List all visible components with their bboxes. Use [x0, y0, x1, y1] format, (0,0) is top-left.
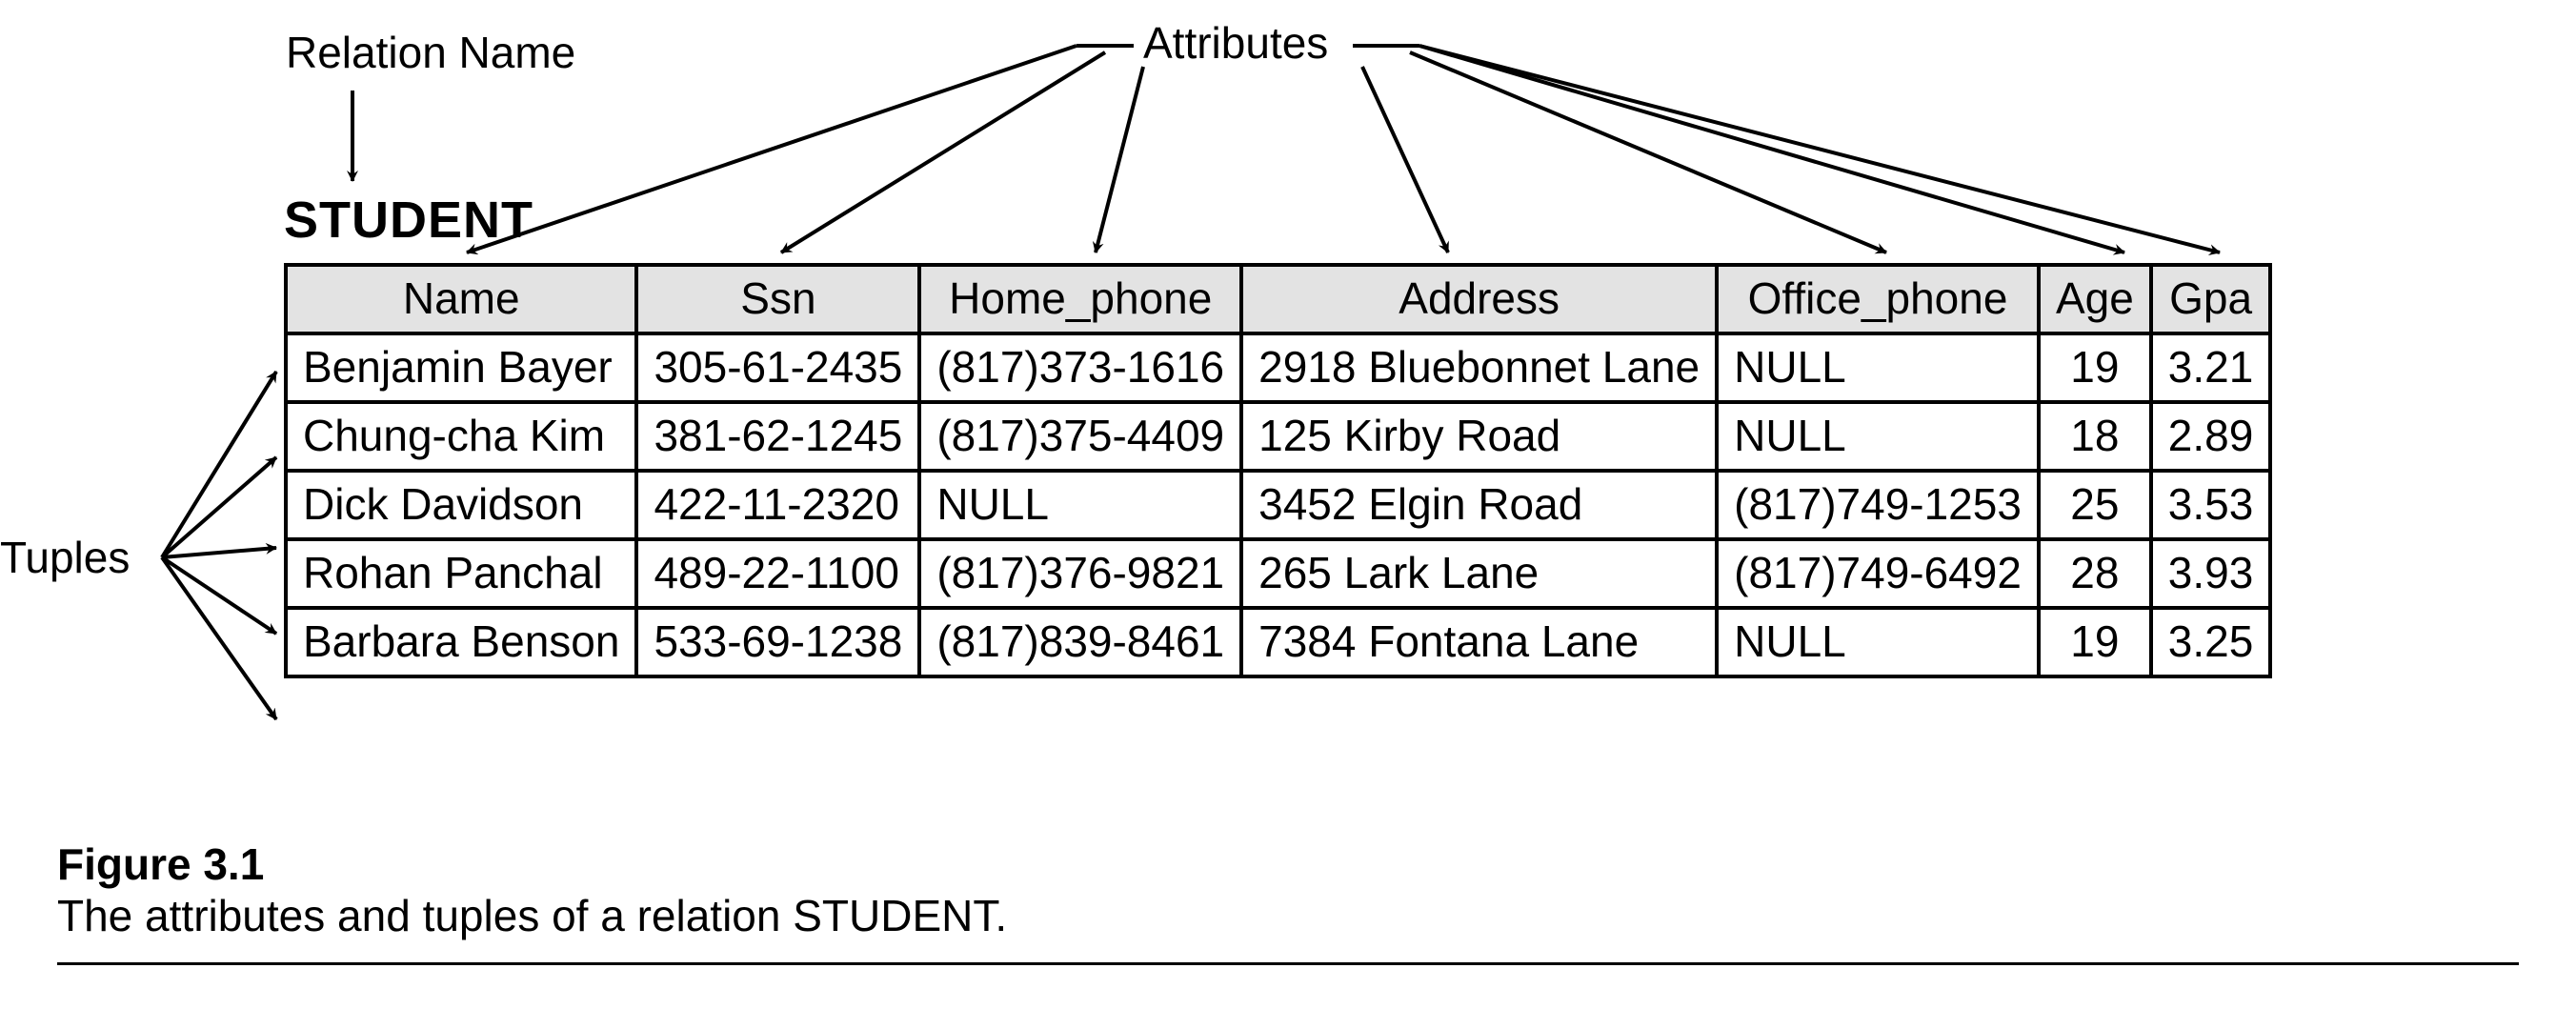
col-ssn: Ssn: [636, 265, 919, 333]
cell-home-phone: (817)375-4409: [919, 402, 1241, 471]
cell-gpa: 3.53: [2151, 471, 2271, 539]
cell-age: 28: [2039, 539, 2151, 608]
cell-age: 19: [2039, 608, 2151, 676]
cell-address: 125 Kirby Road: [1241, 402, 1717, 471]
cell-ssn: 533-69-1238: [636, 608, 919, 676]
arrow-attr-office-phone: [1410, 52, 1886, 252]
table-row: Chung-cha Kim 381-62-1245 (817)375-4409 …: [286, 402, 2270, 471]
arrow-attr-gpa: [1419, 46, 2220, 252]
arrow-attr-address: [1362, 67, 1448, 252]
arrow-attr-age: [1419, 46, 2124, 252]
cell-office-phone: NULL: [1717, 333, 2039, 402]
cell-gpa: 2.89: [2151, 402, 2271, 471]
attributes-label: Attributes: [1143, 19, 1328, 68]
arrow-tuple-4: [162, 557, 276, 634]
cell-office-phone: NULL: [1717, 608, 2039, 676]
cell-office-phone: (817)749-1253: [1717, 471, 2039, 539]
cell-address: 3452 Elgin Road: [1241, 471, 1717, 539]
tuples-label: Tuples: [0, 534, 130, 582]
cell-home-phone: (817)373-1616: [919, 333, 1241, 402]
figure-caption: Figure 3.1 The attributes and tuples of …: [57, 838, 1007, 941]
col-home-phone: Home_phone: [919, 265, 1241, 333]
table-row: Rohan Panchal 489-22-1100 (817)376-9821 …: [286, 539, 2270, 608]
cell-home-phone: NULL: [919, 471, 1241, 539]
cell-gpa: 3.25: [2151, 608, 2271, 676]
relation-name-label: Relation Name: [286, 29, 575, 77]
arrow-tuple-5: [162, 557, 276, 719]
cell-address: 2918 Bluebonnet Lane: [1241, 333, 1717, 402]
table-row: Barbara Benson 533-69-1238 (817)839-8461…: [286, 608, 2270, 676]
cell-home-phone: (817)376-9821: [919, 539, 1241, 608]
header-row: Name Ssn Home_phone Address Office_phone…: [286, 265, 2270, 333]
cell-ssn: 381-62-1245: [636, 402, 919, 471]
table-row: Dick Davidson 422-11-2320 NULL 3452 Elgi…: [286, 471, 2270, 539]
arrow-tuple-1: [162, 372, 276, 557]
cell-age: 19: [2039, 333, 2151, 402]
cell-name: Barbara Benson: [286, 608, 636, 676]
cell-office-phone: (817)749-6492: [1717, 539, 2039, 608]
cell-address: 7384 Fontana Lane: [1241, 608, 1717, 676]
col-age: Age: [2039, 265, 2151, 333]
table-row: Benjamin Bayer 305-61-2435 (817)373-1616…: [286, 333, 2270, 402]
cell-gpa: 3.21: [2151, 333, 2271, 402]
col-address: Address: [1241, 265, 1717, 333]
cell-office-phone: NULL: [1717, 402, 2039, 471]
figure-3-1: Relation Name Attributes Tuples STUDENT …: [0, 0, 2576, 1009]
cell-ssn: 489-22-1100: [636, 539, 919, 608]
cell-ssn: 305-61-2435: [636, 333, 919, 402]
cell-home-phone: (817)839-8461: [919, 608, 1241, 676]
cell-name: Benjamin Bayer: [286, 333, 636, 402]
arrow-attr-home-phone: [1096, 67, 1143, 252]
student-table: Name Ssn Home_phone Address Office_phone…: [284, 263, 2272, 678]
arrow-tuple-2: [162, 457, 276, 557]
figure-number: Figure 3.1: [57, 839, 264, 889]
col-name: Name: [286, 265, 636, 333]
bottom-rule: [57, 962, 2519, 965]
cell-age: 18: [2039, 402, 2151, 471]
figure-text: The attributes and tuples of a relation …: [57, 891, 1007, 940]
cell-age: 25: [2039, 471, 2151, 539]
cell-ssn: 422-11-2320: [636, 471, 919, 539]
relation-title: STUDENT: [284, 191, 533, 250]
cell-name: Dick Davidson: [286, 471, 636, 539]
col-gpa: Gpa: [2151, 265, 2271, 333]
cell-gpa: 3.93: [2151, 539, 2271, 608]
cell-name: Chung-cha Kim: [286, 402, 636, 471]
col-office-phone: Office_phone: [1717, 265, 2039, 333]
arrow-attr-ssn: [781, 52, 1105, 252]
arrow-tuple-3: [162, 548, 276, 557]
cell-name: Rohan Panchal: [286, 539, 636, 608]
cell-address: 265 Lark Lane: [1241, 539, 1717, 608]
